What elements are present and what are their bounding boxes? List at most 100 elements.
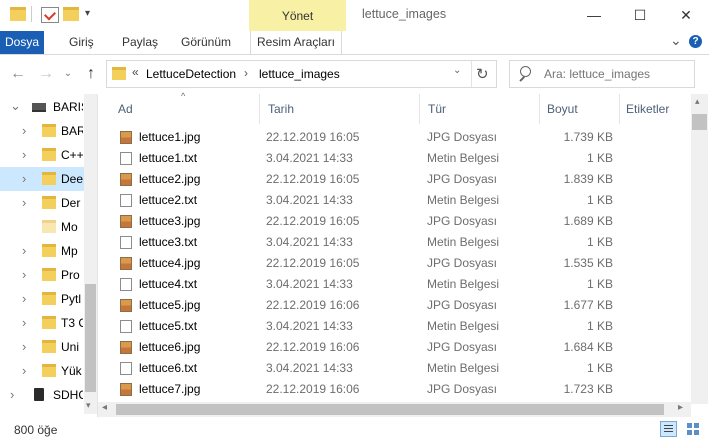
chevron-right-icon[interactable]: › <box>22 267 26 282</box>
tab-yonet[interactable]: Yönet <box>249 0 346 31</box>
chevron-right-icon[interactable]: › <box>22 363 26 378</box>
nav-item-label: Uni <box>61 340 80 354</box>
tab-gorunum[interactable]: Görünüm <box>175 31 237 54</box>
column-header-date[interactable]: Tarih <box>268 102 294 116</box>
file-date: 22.12.2019 16:05 <box>266 172 360 186</box>
vertical-scrollbar[interactable]: ▴ <box>691 94 708 404</box>
file-row[interactable]: lettuce6.txt 3.04.2021 14:33 Metin Belge… <box>98 358 690 379</box>
nav-scrollbar-thumb[interactable] <box>85 284 96 392</box>
search-input[interactable] <box>544 66 684 82</box>
file-type: Metin Belgesi <box>427 277 500 291</box>
divider <box>471 61 472 87</box>
nav-item-folder[interactable]: Mo <box>0 215 84 239</box>
scroll-down-icon[interactable]: ▾ <box>86 400 91 411</box>
file-row[interactable]: lettuce5.txt 3.04.2021 14:33 Metin Belge… <box>98 316 690 337</box>
chevron-down-icon[interactable]: ⌄ <box>10 98 21 114</box>
scroll-up-icon[interactable]: ▴ <box>695 96 700 107</box>
vertical-scrollbar-thumb[interactable] <box>692 114 707 130</box>
chevron-right-icon[interactable]: › <box>22 339 26 354</box>
file-row[interactable]: lettuce4.jpg 22.12.2019 16:05 JPG Dosyas… <box>98 253 690 274</box>
text-file-icon <box>120 194 132 207</box>
file-row[interactable]: lettuce5.jpg 22.12.2019 16:06 JPG Dosyas… <box>98 295 690 316</box>
nav-item-folder[interactable]: › T3 C <box>0 311 84 335</box>
chevron-right-icon[interactable]: › <box>22 195 26 210</box>
nav-item-folder-selected[interactable]: › Dee <box>0 167 84 191</box>
nav-item-label: BARIS <box>53 100 83 114</box>
column-divider[interactable] <box>419 94 420 124</box>
file-name: lettuce5.jpg <box>139 298 201 312</box>
new-folder-icon[interactable] <box>63 7 79 21</box>
address-overflow-icon[interactable]: « <box>132 65 139 79</box>
large-icons-view-icon[interactable] <box>685 421 701 437</box>
back-arrow-icon[interactable]: ← <box>8 64 28 84</box>
navigation-pane: ⌄ BARIS › BAR › C++ › Dee › Der Mo › Mp … <box>0 94 97 417</box>
nav-item-folder[interactable]: › Uni <box>0 335 84 359</box>
tab-giris[interactable]: Giriş <box>63 31 100 54</box>
details-view-icon[interactable] <box>660 421 677 437</box>
maximize-button[interactable]: ☐ <box>617 0 663 30</box>
file-size: 1.677 KB <box>563 298 613 312</box>
file-row[interactable]: lettuce7.jpg 22.12.2019 16:06 JPG Dosyas… <box>98 379 690 400</box>
file-row[interactable]: lettuce3.txt 3.04.2021 14:33 Metin Belge… <box>98 232 690 253</box>
file-row[interactable]: lettuce1.jpg 22.12.2019 16:05 JPG Dosyas… <box>98 127 690 148</box>
column-header-name[interactable]: Ad <box>118 102 133 116</box>
nav-item-sd-card[interactable]: › SDHC <box>0 383 84 407</box>
chevron-right-icon[interactable]: › <box>10 387 14 402</box>
chevron-right-icon[interactable]: › <box>22 291 26 306</box>
properties-icon[interactable] <box>41 7 59 23</box>
scroll-right-icon[interactable]: ▸ <box>678 402 683 413</box>
chevron-right-icon[interactable]: › <box>22 123 26 138</box>
search-box[interactable] <box>509 60 695 88</box>
file-row[interactable]: lettuce6.jpg 22.12.2019 16:06 JPG Dosyas… <box>98 337 690 358</box>
column-divider[interactable] <box>539 94 540 124</box>
tab-dosya[interactable]: Dosya <box>0 31 44 54</box>
file-row[interactable]: lettuce3.jpg 22.12.2019 16:05 JPG Dosyas… <box>98 211 690 232</box>
file-name: lettuce3.txt <box>139 235 198 249</box>
folder-icon <box>42 364 56 377</box>
file-row[interactable]: lettuce2.txt 3.04.2021 14:33 Metin Belge… <box>98 190 690 211</box>
column-divider[interactable] <box>259 94 260 124</box>
chevron-right-icon[interactable]: › <box>22 171 26 186</box>
file-type: JPG Dosyası <box>427 172 498 186</box>
breadcrumb-lettuce-images[interactable]: lettuce_images <box>259 67 340 81</box>
chevron-right-icon[interactable]: › <box>22 147 26 162</box>
close-button[interactable]: ✕ <box>663 0 709 30</box>
file-row[interactable]: lettuce4.txt 3.04.2021 14:33 Metin Belge… <box>98 274 690 295</box>
nav-item-folder[interactable]: › BAR <box>0 119 84 143</box>
nav-item-folder[interactable]: › C++ <box>0 143 84 167</box>
nav-scrollbar[interactable]: ▾ <box>84 94 97 414</box>
ribbon-tabs: Dosya Giriş Paylaş Görünüm Resim Araçlar… <box>0 31 709 55</box>
file-row[interactable]: lettuce2.jpg 22.12.2019 16:05 JPG Dosyas… <box>98 169 690 190</box>
column-header-type[interactable]: Tür <box>428 102 446 116</box>
nav-item-folder[interactable]: › Yük <box>0 359 84 383</box>
column-divider[interactable] <box>619 94 620 124</box>
chevron-right-icon[interactable]: › <box>22 315 26 330</box>
collapse-ribbon-icon[interactable]: ⌄ <box>670 32 682 49</box>
nav-item-folder[interactable]: › Mp <box>0 239 84 263</box>
nav-item-folder[interactable]: › Der <box>0 191 84 215</box>
nav-item-drive[interactable]: ⌄ BARIS <box>0 95 84 119</box>
nav-item-label: Yük <box>61 364 82 378</box>
address-bar[interactable]: « LettuceDetection › lettuce_images ⌄ ↻ <box>106 60 497 88</box>
forward-arrow-icon[interactable]: → <box>36 64 56 84</box>
help-icon[interactable]: ? <box>689 35 702 48</box>
horizontal-scrollbar-thumb[interactable] <box>116 404 664 415</box>
column-header-tags[interactable]: Etiketler <box>626 102 669 116</box>
status-bar: 800 öğe <box>0 418 709 442</box>
nav-item-folder[interactable]: › Pytl <box>0 287 84 311</box>
up-arrow-icon[interactable]: ↑ <box>81 64 101 84</box>
address-dropdown-icon[interactable]: ⌄ <box>453 65 461 76</box>
folder-icon <box>42 148 56 161</box>
breadcrumb-lettucedetection[interactable]: LettuceDetection <box>146 67 236 81</box>
refresh-icon[interactable]: ↻ <box>476 65 489 83</box>
file-row[interactable]: lettuce1.txt 3.04.2021 14:33 Metin Belge… <box>98 148 690 169</box>
tab-resim-araclari[interactable]: Resim Araçları <box>250 31 343 54</box>
chevron-right-icon[interactable]: › <box>22 243 26 258</box>
minimize-button[interactable]: — <box>571 0 617 30</box>
column-header-size[interactable]: Boyut <box>547 102 578 116</box>
customize-toolbar-icon[interactable]: ▾ <box>85 8 90 19</box>
scroll-left-icon[interactable]: ◂ <box>102 402 107 413</box>
nav-item-folder[interactable]: › Pro <box>0 263 84 287</box>
tab-paylas[interactable]: Paylaş <box>116 31 164 54</box>
recent-locations-icon[interactable]: ⌄ <box>58 64 78 84</box>
